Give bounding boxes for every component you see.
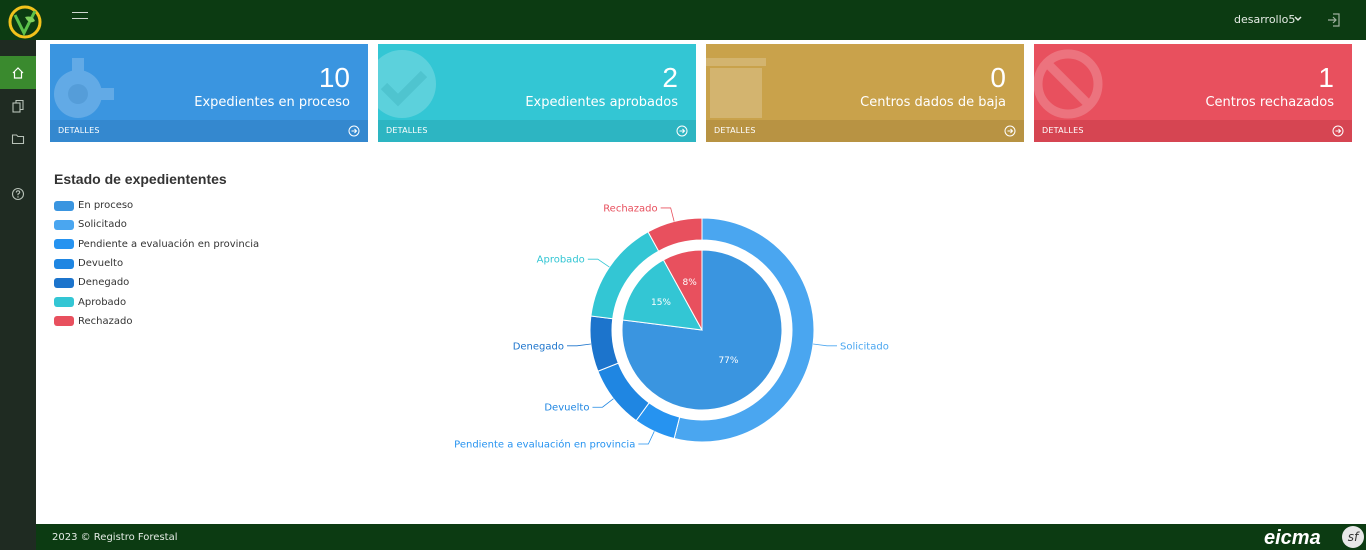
outer-slice-label: Rechazado (603, 203, 657, 214)
summary-card: 0 Centros dados de baja DETALLES (706, 44, 1024, 142)
callout-line (592, 398, 614, 408)
details-label: DETALLES (714, 126, 756, 135)
sidebar (0, 40, 36, 550)
details-label: DETALLES (386, 126, 428, 135)
card-label: Centros dados de baja (860, 95, 1006, 110)
details-label: DETALLES (58, 126, 100, 135)
callout-line (566, 343, 591, 347)
card-details-link[interactable]: DETALLES (378, 120, 696, 142)
arrow-right-circle-icon (1004, 125, 1016, 137)
callout-line (813, 343, 838, 347)
callout-line (587, 258, 610, 268)
card-details-link[interactable]: DETALLES (50, 120, 368, 142)
outer-slice-label: Denegado (513, 341, 564, 352)
sidebar-item-home[interactable] (0, 56, 36, 89)
outer-slice[interactable] (647, 217, 703, 252)
chevron-down-icon (1294, 16, 1302, 22)
home-icon (12, 66, 24, 79)
arrow-right-circle-icon (348, 125, 360, 137)
checkmark-icon (378, 50, 436, 118)
eicma-logo: eicma (1264, 527, 1321, 549)
outer-slice-label: Devuelto (544, 403, 589, 414)
top-navbar: desarrollo5 (0, 0, 1366, 40)
inner-slice-label: 77% (718, 356, 738, 366)
hamburger-icon[interactable] (72, 12, 88, 24)
summary-card: 2 Expedientes aprobados DETALLES (378, 44, 696, 142)
outer-slice-label: Aprobado (537, 255, 585, 266)
ban-icon (1034, 49, 1103, 119)
symfony-icon[interactable]: sf (1342, 526, 1364, 548)
logout-icon[interactable] (1326, 12, 1342, 28)
arrow-right-circle-icon (676, 125, 688, 137)
card-label: Expedientes aprobados (525, 95, 678, 110)
copyright-text: 2023 © Registro Forestal (52, 532, 178, 543)
inner-slice-label: 8% (683, 278, 698, 288)
registro-forestal-logo[interactable] (5, 3, 45, 39)
gear-icon (54, 58, 114, 118)
card-value: 2 (662, 62, 678, 93)
sidebar-item-folder[interactable] (0, 122, 36, 155)
inner-slice-label: 15% (651, 298, 671, 308)
user-menu[interactable]: desarrollo5 (1234, 13, 1302, 26)
summary-card: 10 Expedientes en proceso DETALLES (50, 44, 368, 142)
page-footer: 2023 © Registro Forestal eicma (36, 524, 1366, 550)
summary-card: 1 Centros rechazados DETALLES (1034, 44, 1352, 142)
card-label: Centros rechazados (1205, 95, 1334, 110)
documents-icon (12, 99, 24, 113)
details-label: DETALLES (1042, 126, 1084, 135)
arrow-right-circle-icon (1332, 125, 1344, 137)
outer-slice-label: Pendiente a evaluación en provincia (454, 439, 635, 451)
card-value: 10 (318, 62, 350, 93)
status-donut-chart: 77% 15% 8% Solicitado Pendiente a evaluación… (454, 203, 889, 451)
help-icon (11, 187, 25, 200)
outer-slice[interactable] (589, 315, 619, 372)
folder-icon (11, 133, 25, 144)
outer-slice-label: Solicitado (840, 341, 889, 352)
user-name: desarrollo5 (1234, 13, 1296, 26)
callout-line (660, 207, 675, 222)
trash-icon (706, 58, 766, 118)
card-value: 0 (990, 62, 1006, 93)
card-label: Expedientes en proceso (194, 95, 350, 110)
sidebar-item-documents[interactable] (0, 89, 36, 122)
card-details-link[interactable]: DETALLES (706, 120, 1024, 142)
card-details-link[interactable]: DETALLES (1034, 120, 1352, 142)
sidebar-item-help[interactable] (0, 177, 36, 210)
callout-line (638, 431, 655, 445)
card-value: 1 (1318, 62, 1334, 93)
